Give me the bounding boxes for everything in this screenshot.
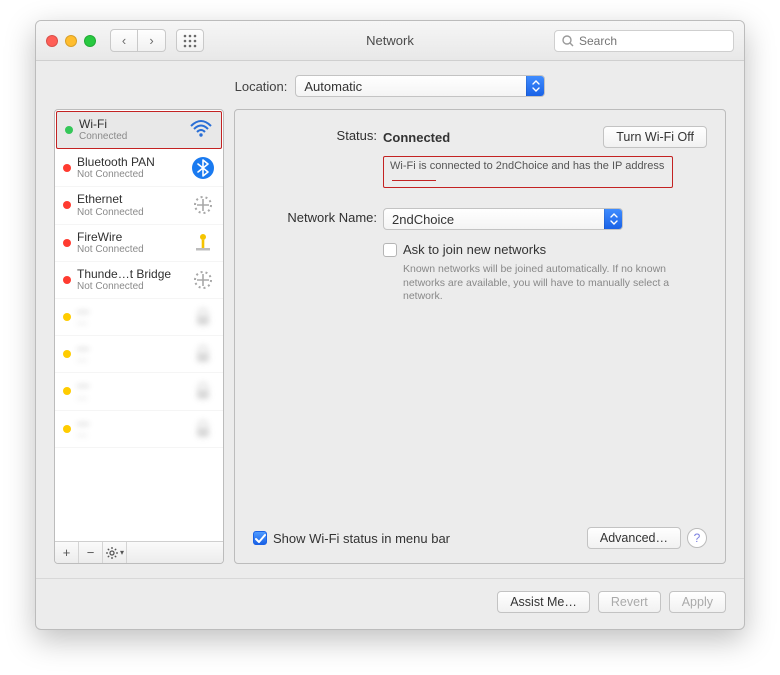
service-status: Not Connected xyxy=(77,244,183,255)
status-dot-icon xyxy=(63,313,71,321)
service-status: — xyxy=(77,318,183,329)
service-item[interactable]: Wi-FiConnected xyxy=(56,111,222,149)
service-item[interactable]: EthernetNot Connected xyxy=(55,187,223,224)
plus-icon: + xyxy=(63,545,71,560)
window-controls xyxy=(46,35,96,47)
chevron-right-icon: › xyxy=(149,33,153,48)
zoom-button[interactable] xyxy=(84,35,96,47)
nav-buttons: ‹ › xyxy=(110,29,166,52)
service-item[interactable]: Bluetooth PANNot Connected xyxy=(55,150,223,187)
revert-button[interactable]: Revert xyxy=(598,591,661,613)
lock-icon xyxy=(191,305,215,329)
service-status: Connected xyxy=(79,131,181,142)
service-item[interactable]: —— xyxy=(55,299,223,336)
sidebar-footer: + − ▾ xyxy=(55,541,223,563)
location-value: Automatic xyxy=(304,79,526,94)
service-actions-button[interactable]: ▾ xyxy=(103,542,127,563)
service-status: — xyxy=(77,430,183,441)
status-dot-icon xyxy=(63,276,71,284)
status-dot-icon xyxy=(63,239,71,247)
back-button[interactable]: ‹ xyxy=(110,29,138,52)
lock-icon xyxy=(191,417,215,441)
service-sidebar: Wi-FiConnectedBluetooth PANNot Connected… xyxy=(54,109,224,564)
network-prefs-window: ‹ › Network Location: Automatic Wi-FiCon… xyxy=(35,20,745,630)
ethernet-icon xyxy=(191,193,215,217)
service-list: Wi-FiConnectedBluetooth PANNot Connected… xyxy=(55,110,223,541)
show-all-button[interactable] xyxy=(176,29,204,52)
details-pane: Status: Connected Turn Wi-Fi Off Wi-Fi i… xyxy=(234,109,726,564)
service-name: — xyxy=(77,342,183,355)
forward-button[interactable]: › xyxy=(138,29,166,52)
status-dot-icon xyxy=(63,201,71,209)
search-input[interactable] xyxy=(579,34,734,48)
service-name: Bluetooth PAN xyxy=(77,156,183,169)
lock-icon xyxy=(191,379,215,403)
service-item[interactable]: Thunde…t BridgeNot Connected xyxy=(55,262,223,299)
location-row: Location: Automatic xyxy=(54,75,726,97)
updown-icon xyxy=(604,209,622,229)
network-name-value: 2ndChoice xyxy=(392,212,604,227)
search-field[interactable] xyxy=(554,30,734,52)
status-dot-icon xyxy=(63,387,71,395)
minus-icon: − xyxy=(87,545,95,560)
turn-wifi-off-button[interactable]: Turn Wi-Fi Off xyxy=(603,126,707,148)
service-name: Wi-Fi xyxy=(79,118,181,131)
ask-to-join-checkbox[interactable] xyxy=(383,243,397,257)
lock-icon xyxy=(191,342,215,366)
show-status-checkbox[interactable] xyxy=(253,531,267,545)
service-status: — xyxy=(77,393,183,404)
chevron-down-icon: ▾ xyxy=(120,548,124,557)
service-item[interactable]: FireWireNot Connected xyxy=(55,225,223,262)
service-name: FireWire xyxy=(77,231,183,244)
assist-me-button[interactable]: Assist Me… xyxy=(497,591,590,613)
network-name-select[interactable]: 2ndChoice xyxy=(383,208,623,230)
service-status: Not Connected xyxy=(77,169,183,180)
status-dot-icon xyxy=(63,350,71,358)
search-icon xyxy=(561,34,574,47)
add-service-button[interactable]: + xyxy=(55,542,79,563)
updown-icon xyxy=(526,76,544,96)
redacted-ip xyxy=(392,180,436,181)
status-description: Wi-Fi is connected to 2ndChoice and has … xyxy=(383,156,673,188)
status-dot-icon xyxy=(63,425,71,433)
grid-icon xyxy=(182,33,198,49)
service-name: — xyxy=(77,305,183,318)
service-name: — xyxy=(77,417,183,430)
close-button[interactable] xyxy=(46,35,58,47)
titlebar: ‹ › Network xyxy=(36,21,744,61)
status-dot-icon xyxy=(63,164,71,172)
service-item[interactable]: —— xyxy=(55,336,223,373)
service-name: Thunde…t Bridge xyxy=(77,268,183,281)
network-name-label: Network Name: xyxy=(253,208,383,225)
service-status: Not Connected xyxy=(77,207,183,218)
service-item[interactable]: —— xyxy=(55,373,223,410)
ethernet-icon xyxy=(191,268,215,292)
help-icon: ? xyxy=(694,531,701,545)
location-label: Location: xyxy=(235,79,288,94)
chevron-left-icon: ‹ xyxy=(122,33,126,48)
minimize-button[interactable] xyxy=(65,35,77,47)
status-value: Connected xyxy=(383,130,450,145)
advanced-button[interactable]: Advanced… xyxy=(587,527,681,549)
remove-service-button[interactable]: − xyxy=(79,542,103,563)
service-name: Ethernet xyxy=(77,193,183,206)
service-status: — xyxy=(77,355,183,366)
status-label: Status: xyxy=(253,126,383,143)
service-item[interactable]: —— xyxy=(55,411,223,448)
gear-icon xyxy=(105,546,119,560)
window-footer: Assist Me… Revert Apply xyxy=(36,578,744,629)
ask-to-join-label: Ask to join new networks xyxy=(403,242,546,257)
service-status: Not Connected xyxy=(77,281,183,292)
ask-to-join-help: Known networks will be joined automatica… xyxy=(403,263,673,304)
firewire-icon xyxy=(191,231,215,255)
wifi-icon xyxy=(189,118,213,142)
help-button[interactable]: ? xyxy=(687,528,707,548)
status-dot-icon xyxy=(65,126,73,134)
show-status-label: Show Wi-Fi status in menu bar xyxy=(273,531,450,546)
bluetooth-icon xyxy=(191,156,215,180)
location-select[interactable]: Automatic xyxy=(295,75,545,97)
service-name: — xyxy=(77,379,183,392)
apply-button[interactable]: Apply xyxy=(669,591,726,613)
